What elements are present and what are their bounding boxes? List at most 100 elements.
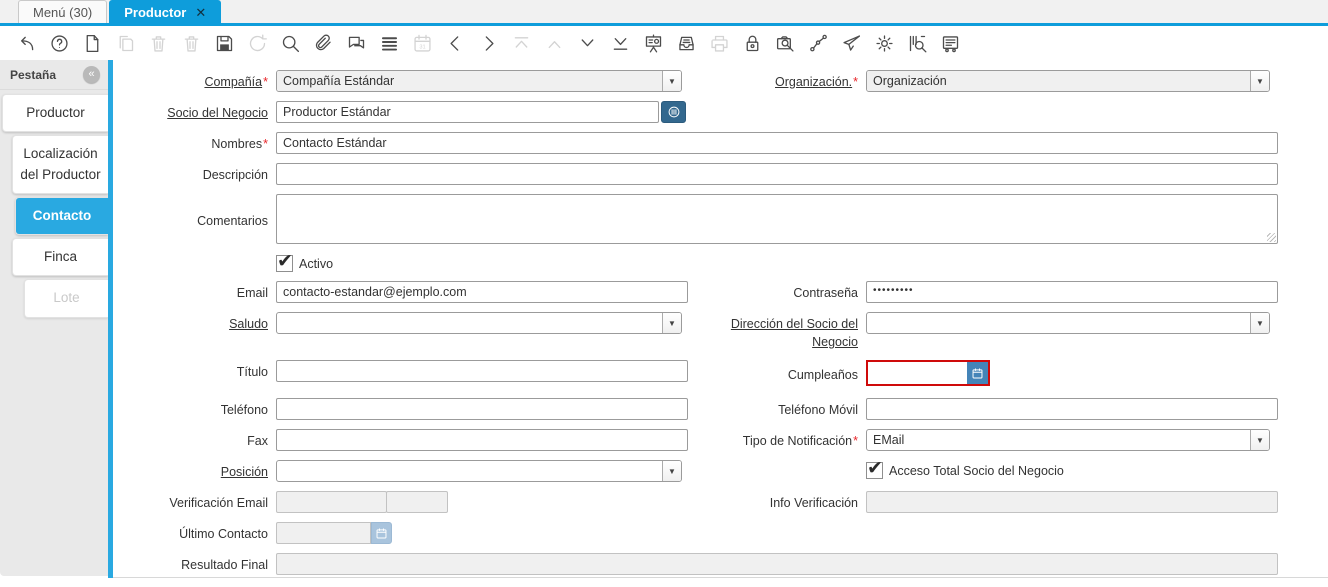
previous-record-button[interactable]	[439, 29, 472, 57]
print-button	[703, 29, 736, 57]
nombres-input[interactable]: Contacto Estándar	[276, 132, 1278, 154]
compania-dropdown-icon[interactable]: ▼	[662, 71, 681, 91]
grid-toggle-button[interactable]	[373, 29, 406, 57]
copy-record-icon	[115, 33, 136, 54]
chat-button[interactable]	[340, 29, 373, 57]
help-icon	[49, 33, 70, 54]
next-record-button[interactable]	[472, 29, 505, 57]
row-comentarios: Comentarios	[118, 194, 1278, 244]
organizacion-dropdown-icon[interactable]: ▼	[1250, 71, 1269, 91]
sidebar-tab-productor[interactable]: Productor	[2, 94, 108, 133]
delete-record-icon	[148, 33, 169, 54]
collapse-sidebar-button[interactable]: «	[83, 66, 100, 83]
down-button[interactable]	[571, 29, 604, 57]
sidebar-tab-localizacion-del-productor[interactable]: Localización del Productor	[12, 135, 108, 194]
new-record-button[interactable]	[76, 29, 109, 57]
email-input[interactable]: contacto-estandar@ejemplo.com	[276, 281, 688, 303]
row-nombres: Nombres* Contacto Estándar	[118, 132, 1278, 154]
saludo-select[interactable]: ▼	[276, 312, 682, 334]
preference-button[interactable]	[868, 29, 901, 57]
direccion-socio-select[interactable]: ▼	[866, 312, 1270, 334]
tipo-notificacion-label: Tipo de Notificación	[742, 434, 853, 448]
direccion-socio-dropdown-icon[interactable]: ▼	[1250, 313, 1269, 333]
posicion-dropdown-icon[interactable]: ▼	[662, 461, 681, 481]
undo-button[interactable]	[10, 29, 43, 57]
down-icon	[577, 33, 598, 54]
fax-input[interactable]	[276, 429, 688, 451]
compania-select[interactable]: Compañía Estándar ▼	[276, 70, 682, 92]
sidebar-tab-contacto[interactable]: Contacto	[15, 196, 108, 235]
row-posicion-acceso: Posición ▼ Acceso Total Socio del Negoci…	[118, 457, 1278, 482]
contrasena-input[interactable]: •••••••••	[866, 281, 1278, 303]
detail-record-button[interactable]	[604, 29, 637, 57]
tipo-notificacion-value: EMail	[873, 433, 905, 447]
descripcion-input[interactable]	[276, 163, 1278, 185]
organizacion-select[interactable]: Organización ▼	[866, 70, 1270, 92]
saludo-label[interactable]: Saludo	[229, 317, 268, 331]
titulo-input[interactable]	[276, 360, 688, 382]
archive-button[interactable]	[670, 29, 703, 57]
attachment-icon	[313, 33, 334, 54]
posicion-label[interactable]: Posición	[221, 465, 268, 479]
row-compania-organizacion: Compañía * Compañía Estándar ▼ Organizaci…	[118, 70, 1278, 92]
telefono-label: Teléfono	[220, 403, 268, 417]
sidebar-tab-finca[interactable]: Finca	[12, 238, 108, 277]
organizacion-label[interactable]: Organización.	[775, 75, 852, 89]
close-tab-icon[interactable]: ✕	[195, 6, 206, 19]
delete-record-button	[142, 29, 175, 57]
grid-toggle-icon	[379, 33, 400, 54]
parent-record-button	[505, 29, 538, 57]
window-tab-menu[interactable]: Menú (30)	[18, 0, 108, 23]
telefono-input[interactable]	[276, 398, 688, 420]
posicion-value	[277, 461, 662, 481]
window-tab-productor[interactable]: Productor ✕	[109, 0, 222, 23]
zoom-across-button[interactable]	[769, 29, 802, 57]
posicion-select[interactable]: ▼	[276, 460, 682, 482]
acceso-total-checkbox[interactable]	[866, 457, 883, 480]
socio-negocio-label[interactable]: Socio del Negocio	[167, 106, 268, 120]
product-info-button[interactable]	[901, 29, 934, 57]
row-descripcion: Descripción	[118, 163, 1278, 185]
direccion-socio-label[interactable]: Dirección del Socio del Negocio	[731, 317, 858, 349]
sidebar: Pestaña « Productor Localización del Prod…	[0, 60, 108, 576]
cumpleanos-calendar-button[interactable]	[967, 362, 988, 384]
undo-icon	[16, 33, 37, 54]
verificacion-email-input-2	[386, 491, 448, 513]
send-mail-button[interactable]	[835, 29, 868, 57]
lock-button[interactable]	[736, 29, 769, 57]
svg-text:31: 31	[419, 44, 425, 50]
saludo-dropdown-icon[interactable]: ▼	[662, 313, 681, 333]
row-resultado-final: Resultado Final	[118, 553, 1278, 575]
comentarios-textarea[interactable]	[276, 194, 1278, 244]
compania-label[interactable]: Compañía	[204, 75, 262, 89]
report-button[interactable]	[637, 29, 670, 57]
activo-checkbox[interactable]	[276, 250, 293, 273]
save-button[interactable]	[208, 29, 241, 57]
refresh-button	[241, 29, 274, 57]
calendar-icon: 31	[412, 33, 433, 54]
workflow-button[interactable]	[802, 29, 835, 57]
email-label: Email	[236, 286, 268, 300]
window-tab-productor-label: Productor	[124, 4, 187, 20]
refresh-icon	[247, 33, 268, 54]
window-tab-menu-label: Menú (30)	[33, 4, 93, 20]
row-fax-notificacion: Fax Tipo de Notificación* EMail ▼	[118, 429, 1278, 451]
tipo-notificacion-dropdown-icon[interactable]: ▼	[1250, 430, 1269, 450]
resize-handle[interactable]	[1267, 233, 1276, 242]
ultimo-contacto-label: Último Contacto	[179, 527, 268, 541]
direccion-socio-value	[867, 313, 1250, 333]
lock-icon	[742, 33, 763, 54]
socio-negocio-input[interactable]: Productor Estándar	[276, 101, 659, 123]
help-button[interactable]	[43, 29, 76, 57]
sidebar-tab-lote: Lote	[24, 279, 108, 318]
cumpleanos-input[interactable]	[868, 362, 967, 384]
bp-info-button[interactable]	[661, 101, 686, 123]
find-button[interactable]	[274, 29, 307, 57]
tipo-notificacion-select[interactable]: EMail ▼	[866, 429, 1270, 451]
attachment-button[interactable]	[307, 29, 340, 57]
organizacion-required-marker: *	[853, 75, 858, 89]
memo-button[interactable]	[934, 29, 967, 57]
telefono-movil-input[interactable]	[866, 398, 1278, 420]
calendar-icon	[972, 367, 983, 378]
row-activo: Activo	[118, 250, 1278, 273]
